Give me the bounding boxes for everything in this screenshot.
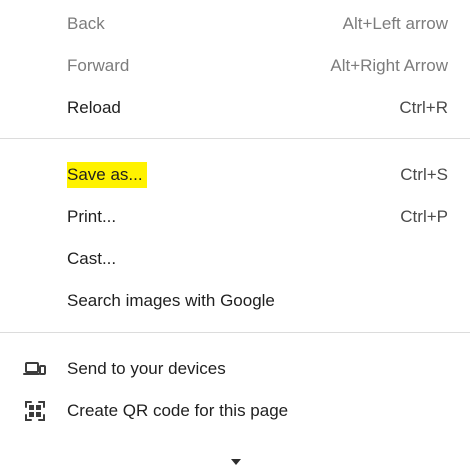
menu-item-create-qr-code[interactable]: Create QR code for this page bbox=[0, 390, 470, 432]
menu-item-shortcut: Alt+Right Arrow bbox=[330, 56, 448, 75]
chevron-down-icon[interactable] bbox=[230, 453, 242, 465]
menu-item-label: Send to your devices bbox=[67, 359, 226, 378]
menu-item-label: Reload bbox=[67, 98, 121, 117]
menu-separator bbox=[0, 332, 470, 333]
menu-item-print[interactable]: Print... Ctrl+P bbox=[0, 196, 470, 238]
menu-item-label: Print... bbox=[67, 207, 117, 226]
menu-item-save-as[interactable]: Save as... Ctrl+S bbox=[0, 154, 470, 196]
menu-item-forward[interactable]: Forward Alt+Right Arrow bbox=[0, 45, 470, 87]
menu-item-shortcut: Ctrl+P bbox=[400, 207, 448, 226]
menu-item-label: Search images with Google bbox=[67, 291, 275, 310]
menu-item-cast[interactable]: Cast... bbox=[0, 238, 470, 280]
menu-item-label: Forward bbox=[67, 56, 130, 75]
menu-item-back[interactable]: Back Alt+Left arrow bbox=[0, 3, 470, 45]
menu-separator bbox=[0, 138, 470, 139]
menu-item-reload[interactable]: Reload Ctrl+R bbox=[0, 87, 470, 129]
menu-item-shortcut: Ctrl+S bbox=[400, 165, 448, 184]
menu-item-send-to-devices[interactable]: Send to your devices bbox=[0, 348, 470, 390]
menu-item-label: Create QR code for this page bbox=[67, 401, 289, 420]
qr-code-icon bbox=[23, 399, 47, 423]
menu-item-shortcut: Ctrl+R bbox=[399, 98, 448, 117]
devices-icon bbox=[23, 357, 47, 381]
menu-item-label: Save as... bbox=[67, 162, 147, 188]
menu-item-search-images[interactable]: Search images with Google bbox=[0, 280, 470, 322]
menu-item-label: Cast... bbox=[67, 249, 117, 268]
menu-item-shortcut: Alt+Left arrow bbox=[342, 14, 448, 33]
menu-item-label: Back bbox=[67, 14, 105, 33]
context-menu: Back Alt+Left arrow Forward Alt+Right Ar… bbox=[0, 0, 470, 474]
